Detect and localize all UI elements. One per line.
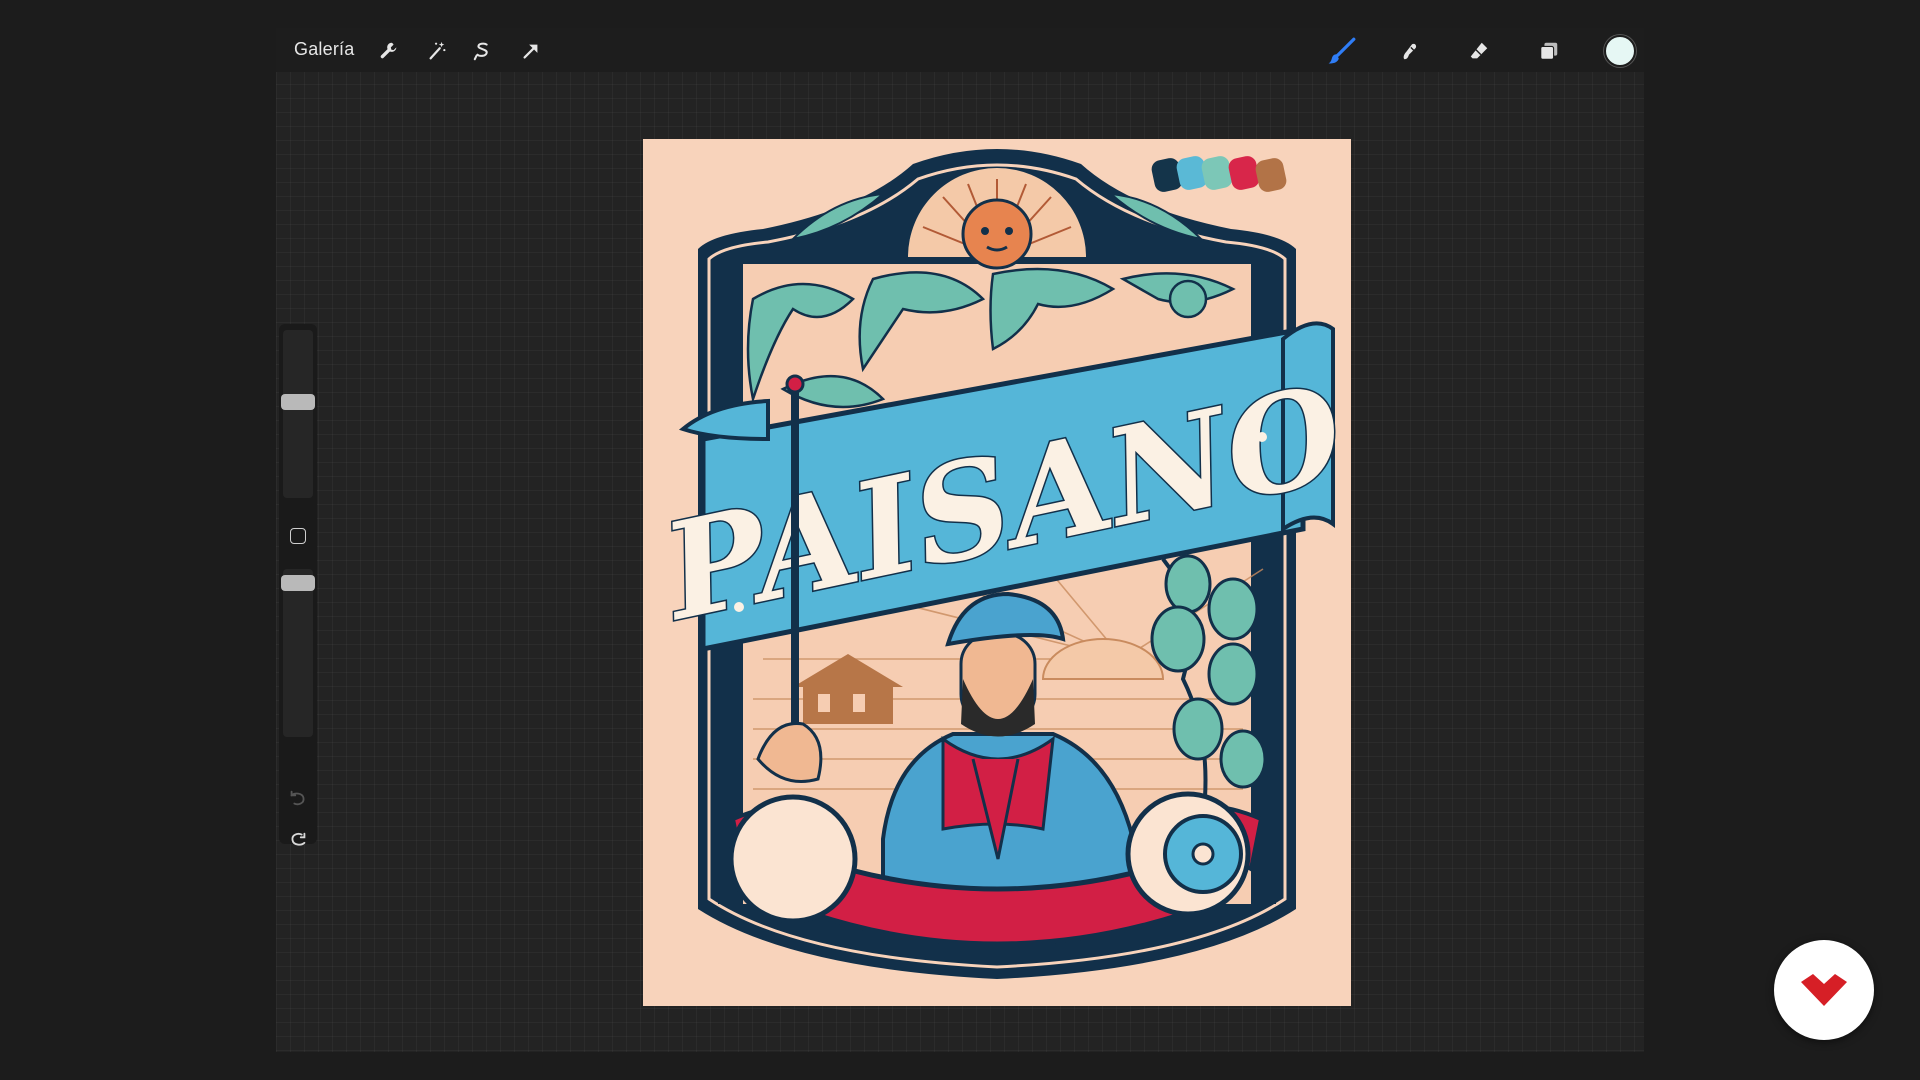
brush-icon[interactable] — [1326, 37, 1358, 64]
wrench-icon[interactable] — [376, 38, 402, 64]
gallery-button[interactable]: Galería — [294, 39, 354, 60]
magic-wand-icon[interactable] — [424, 38, 450, 64]
transform-arrow-icon[interactable] — [518, 38, 544, 64]
undo-icon[interactable] — [287, 788, 309, 810]
layers-icon[interactable] — [1536, 38, 1562, 64]
color-palette-swatches — [1151, 156, 1287, 192]
procreate-app: Galería PAISANO — [276, 28, 1644, 1052]
current-color-swatch[interactable] — [1604, 35, 1636, 67]
canvas-artwork[interactable]: PAISANO — [643, 139, 1351, 1006]
redo-icon[interactable] — [287, 830, 309, 852]
opacity-thumb[interactable] — [281, 575, 315, 592]
brush-size-slider[interactable] — [283, 330, 313, 498]
eraser-icon[interactable] — [1466, 38, 1492, 64]
brush-size-thumb[interactable] — [281, 393, 315, 410]
modify-button[interactable] — [290, 528, 306, 544]
sidebar — [279, 324, 317, 846]
smudge-icon[interactable] — [1396, 38, 1422, 64]
selection-icon[interactable] — [470, 38, 496, 64]
paisano-label-illustration: PAISANO — [646, 149, 1351, 979]
brand-logo — [1774, 940, 1874, 1040]
opacity-slider[interactable] — [283, 569, 313, 737]
brand-logo-mark — [1801, 974, 1847, 1006]
top-toolbar: Galería — [276, 28, 1644, 72]
